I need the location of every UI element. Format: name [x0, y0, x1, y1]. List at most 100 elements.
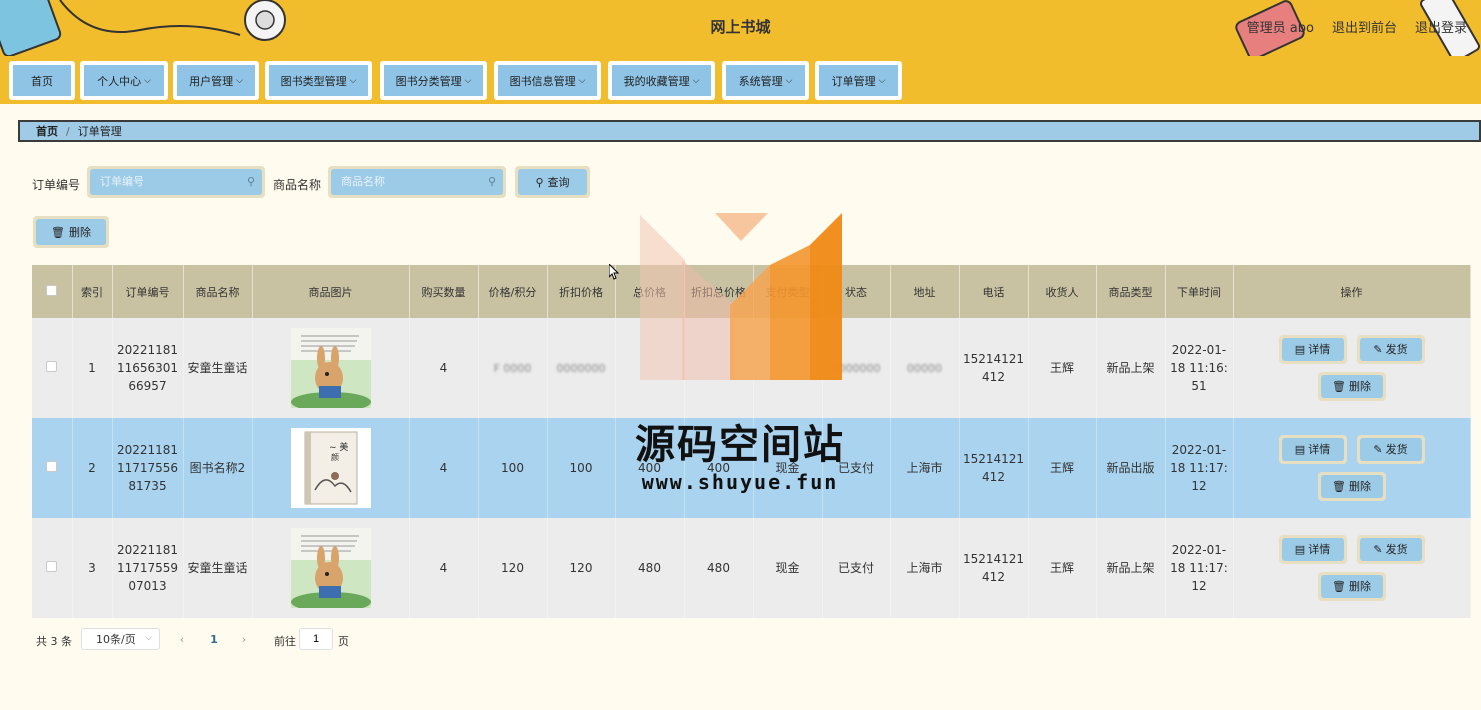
trash-icon: 🗑 — [1332, 479, 1346, 493]
chevron-down-icon: ⌵ — [145, 633, 152, 643]
detail-button[interactable]: ▤ 详情 — [1278, 435, 1347, 464]
cell-discount-blurred: 0000000 — [547, 318, 616, 418]
next-page-button[interactable]: › — [232, 628, 256, 650]
ship-label: 发货 — [1385, 442, 1408, 456]
svg-text:~ 美: ~ 美 — [329, 441, 348, 453]
nav-system-management[interactable]: 系统管理 ⌵ — [722, 61, 809, 100]
nav-personal-center[interactable]: 个人中心 ⌵ — [80, 61, 168, 100]
header-cell: 购买数量 — [409, 265, 479, 318]
logout-link[interactable]: 退出登录 — [1415, 17, 1467, 36]
nav-book-category-management[interactable]: 图书分类管理 ⌵ — [380, 61, 487, 100]
detail-button[interactable]: ▤ 详情 — [1278, 335, 1347, 364]
edit-icon: ✎ — [1373, 542, 1383, 556]
page-number-current[interactable]: 1 — [202, 628, 226, 650]
table-row[interactable]: 3 20221181 11717559 07013 安童生童话 4 120 12… — [32, 518, 1471, 618]
search-form: 订单编号 ⚲ 商品名称 ⚲ ⚲查询 — [32, 166, 632, 198]
nav-book-type-management[interactable]: 图书类型管理 ⌵ — [265, 61, 372, 100]
batch-delete-label: 删除 — [68, 226, 91, 239]
header-cell: 状态 — [822, 265, 891, 318]
header-select-all[interactable] — [32, 265, 73, 318]
delete-button[interactable]: 🗑 删除 — [1317, 472, 1386, 501]
cell-product: 安童生童话 — [183, 518, 253, 618]
header-cell: 价格/积分 — [478, 265, 548, 318]
main-nav: 首页 个人中心 ⌵ 用户管理 ⌵ 图书类型管理 ⌵ 图书分类管理 ⌵ 图书信息管理 ⌵ 我… — [0, 56, 1481, 104]
cell-phone: 15214121 412 — [959, 518, 1029, 618]
nav-order-management[interactable]: 订单管理 ⌵ — [815, 61, 902, 100]
checkbox[interactable] — [46, 561, 58, 572]
admin-user-label: 管理员 abo — [1246, 21, 1314, 36]
pagination: 共 3 条 10条/页 ⌵ ‹ 1 › 前往 页 — [36, 628, 436, 652]
nav-label: 用户管理 — [189, 74, 234, 88]
cell-pay-type: 现金 — [753, 518, 823, 618]
header-cell: 商品名称 — [183, 265, 253, 318]
ship-button[interactable]: ✎ 发货 — [1356, 435, 1425, 464]
header-cell: 索引 — [72, 265, 113, 318]
cell-product: 安童生童话 — [183, 318, 253, 418]
cell-total — [615, 318, 685, 418]
nav-favorites-management[interactable]: 我的收藏管理 ⌵ — [608, 61, 715, 100]
cell-ops: ▤ 详情 ✎ 发货 🗑 删除 — [1233, 518, 1471, 618]
edit-icon: ✎ — [1373, 442, 1383, 456]
cell-type: 新品上架 — [1096, 518, 1166, 618]
cell-time: 2022-01- 18 11:16: 51 — [1165, 318, 1234, 418]
checkbox[interactable] — [46, 284, 58, 296]
checkbox[interactable] — [46, 461, 58, 472]
row-select[interactable] — [32, 518, 73, 618]
nav-label: 我的收藏管理 — [623, 74, 690, 88]
pagination-total: 共 3 条 — [36, 635, 72, 648]
delete-label: 删除 — [1348, 579, 1371, 593]
product-name-label: 商品名称 — [273, 178, 322, 192]
cell-time: 2022-01- 18 11:17: 12 — [1165, 418, 1234, 518]
nav-book-info-management[interactable]: 图书信息管理 ⌵ — [494, 61, 601, 100]
detail-label: 详情 — [1308, 542, 1331, 556]
row-select[interactable] — [32, 418, 73, 518]
chevron-down-icon: ⌵ — [692, 75, 700, 86]
detail-button[interactable]: ▤ 详情 — [1278, 535, 1347, 564]
prev-page-button[interactable]: ‹ — [170, 628, 194, 650]
breadcrumb-home[interactable]: 首页 — [36, 123, 58, 139]
header-cell: 总价格 — [615, 265, 685, 318]
ship-button[interactable]: ✎ 发货 — [1356, 335, 1425, 364]
product-name-input[interactable] — [331, 169, 503, 195]
header-cell: 操作 — [1233, 265, 1471, 318]
product-name-field-wrap: ⚲ — [328, 166, 506, 198]
nav-label: 图书类型管理 — [280, 74, 347, 88]
ship-button[interactable]: ✎ 发货 — [1356, 535, 1425, 564]
cell-phone: 15214121 412 — [959, 418, 1029, 518]
cell-qty: 4 — [409, 318, 479, 418]
cell-status: 已支付 — [822, 518, 891, 618]
cell-index: 1 — [72, 318, 113, 418]
rabbit-book-cover — [290, 328, 371, 408]
nav-user-management[interactable]: 用户管理 ⌵ — [173, 61, 259, 100]
exit-to-front-link[interactable]: 退出到前台 — [1332, 17, 1397, 36]
cell-product: 图书名称2 — [183, 418, 253, 518]
header-cell: 电话 — [959, 265, 1029, 318]
cell-qty: 4 — [409, 418, 479, 518]
query-button-label: 查询 — [547, 176, 570, 189]
chevron-left-icon: ‹ — [179, 632, 185, 646]
cell-address: 上海市 — [890, 518, 960, 618]
delete-button[interactable]: 🗑 删除 — [1317, 372, 1386, 401]
page-size-value: 10条/页 — [96, 633, 136, 646]
ship-label: 发货 — [1385, 342, 1408, 356]
page-unit-label: 页 — [338, 635, 349, 648]
cell-order-no: 20221181 11656301 66957 — [112, 318, 184, 418]
table-row[interactable]: 1 20221181 11656301 66957 安童生童话 4 F 0000… — [32, 318, 1471, 418]
trash-icon: 🗑 — [1332, 579, 1346, 593]
chevron-down-icon: ⌵ — [785, 75, 793, 86]
batch-delete-button[interactable]: 🗑 删除 — [33, 216, 109, 248]
nav-home[interactable]: 首页 — [9, 61, 75, 100]
goto-page-input[interactable] — [299, 628, 333, 650]
query-button[interactable]: ⚲ 查询 — [515, 166, 590, 198]
header-user-area: 管理员 abo 退出到前台 退出登录 — [1247, 17, 1467, 36]
cell-order-no: 20221181 11717556 81735 — [112, 418, 184, 518]
delete-button[interactable]: 🗑 删除 — [1317, 572, 1386, 601]
watermark-name: 源码空间站 — [635, 422, 845, 468]
chevron-down-icon: ⌵ — [349, 75, 357, 86]
breadcrumb: 首页 / 订单管理 — [18, 120, 1481, 142]
order-no-input[interactable] — [90, 169, 262, 195]
checkbox[interactable] — [46, 361, 58, 372]
header-cell: 地址 — [890, 265, 960, 318]
page-size-select[interactable]: 10条/页 ⌵ — [81, 628, 160, 650]
row-select[interactable] — [32, 318, 73, 418]
